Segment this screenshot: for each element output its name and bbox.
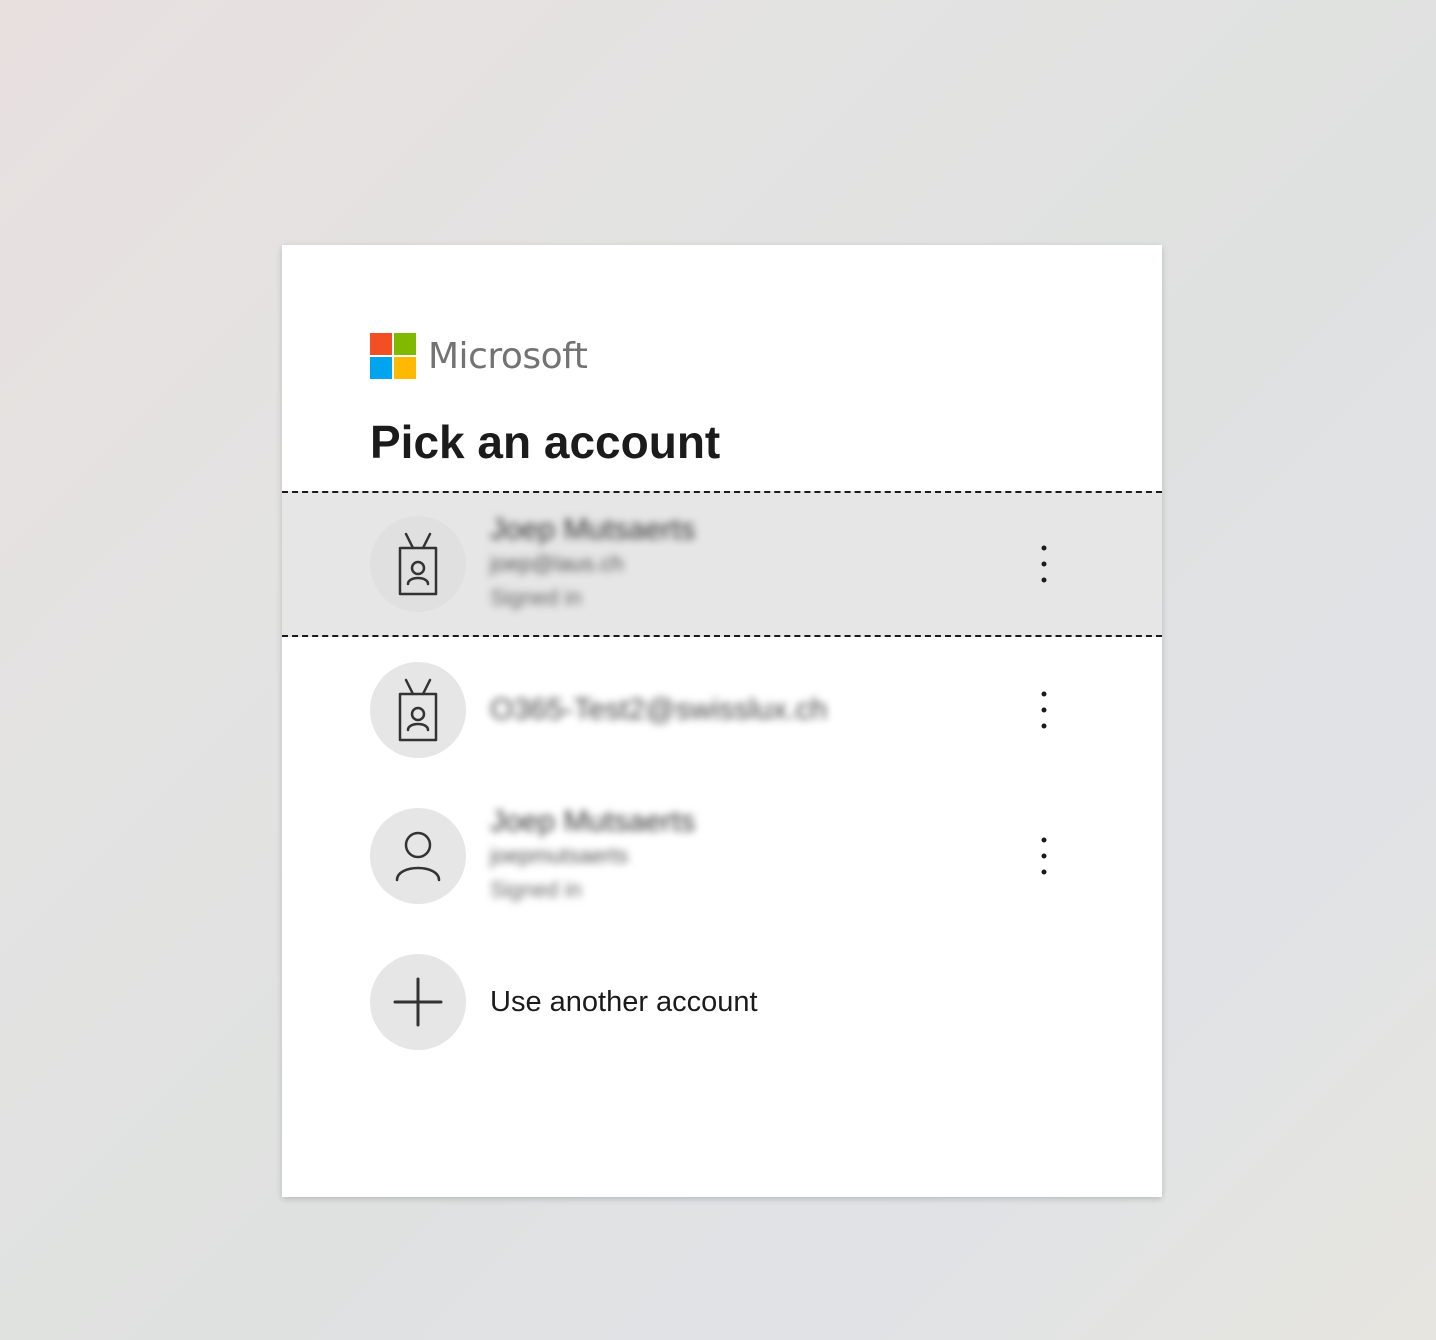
microsoft-logo: Microsoft (370, 333, 588, 379)
more-vertical-icon[interactable] (1024, 680, 1064, 740)
account-email: O365-Test2@swisslux.ch (490, 693, 828, 726)
account-info: Joep Mutsaerts joep@laus.ch Signed in (490, 513, 695, 615)
account-status: Signed in (490, 877, 582, 902)
use-another-account-label: Use another account (490, 985, 758, 1018)
account-list: Joep Mutsaerts joep@laus.ch Signed in O3… (282, 491, 1162, 1075)
account-email: joepmutsaerts (490, 843, 629, 868)
plus-icon (370, 954, 466, 1050)
more-vertical-icon[interactable] (1024, 826, 1064, 886)
use-another-account-button[interactable]: Use another account (282, 929, 1162, 1075)
badge-icon (370, 516, 466, 612)
microsoft-logo-icon (370, 333, 416, 379)
account-name: Joep Mutsaerts (490, 513, 696, 546)
account-item[interactable]: Joep Mutsaerts joep@laus.ch Signed in (282, 491, 1162, 637)
more-vertical-icon[interactable] (1024, 534, 1064, 594)
account-info: O365-Test2@swisslux.ch (490, 693, 827, 727)
account-info: Joep Mutsaerts joepmutsaerts Signed in (490, 805, 695, 907)
brand-name: Microsoft (428, 335, 588, 377)
account-item[interactable]: O365-Test2@swisslux.ch (282, 637, 1162, 783)
page-title: Pick an account (370, 416, 721, 468)
badge-icon (370, 662, 466, 758)
account-name: Joep Mutsaerts (490, 805, 696, 838)
person-icon (370, 808, 466, 904)
account-picker-card: Microsoft Pick an account Joep Mutsaerts… (282, 245, 1162, 1197)
account-item[interactable]: Joep Mutsaerts joepmutsaerts Signed in (282, 783, 1162, 929)
account-email: joep@laus.ch (490, 551, 624, 576)
account-status: Signed in (490, 585, 582, 610)
